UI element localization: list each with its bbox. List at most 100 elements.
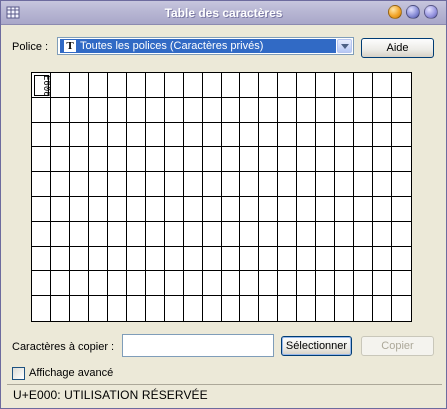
maximize-button[interactable] xyxy=(406,5,420,19)
character-cell[interactable] xyxy=(69,97,89,123)
character-grid[interactable]: E000 xyxy=(31,72,412,322)
character-cell[interactable] xyxy=(183,97,203,123)
character-cell[interactable] xyxy=(259,221,279,247)
character-cell[interactable] xyxy=(297,73,317,98)
character-cell[interactable] xyxy=(335,246,355,272)
character-cell[interactable] xyxy=(297,122,317,148)
character-cell[interactable] xyxy=(297,147,317,173)
character-cell[interactable] xyxy=(202,97,222,123)
character-cell[interactable] xyxy=(50,97,70,123)
character-cell[interactable] xyxy=(32,147,51,173)
character-cell[interactable] xyxy=(107,246,127,272)
character-cell[interactable] xyxy=(145,221,165,247)
character-cell[interactable] xyxy=(164,196,184,222)
character-cell[interactable] xyxy=(221,271,241,297)
character-cell[interactable] xyxy=(69,172,89,197)
character-cell[interactable] xyxy=(126,147,146,173)
character-cell[interactable] xyxy=(32,122,51,148)
character-cell[interactable] xyxy=(392,123,411,148)
character-cell[interactable] xyxy=(259,172,279,197)
character-cell[interactable] xyxy=(69,122,89,148)
character-cell[interactable] xyxy=(278,196,298,222)
character-cell[interactable] xyxy=(183,196,203,222)
character-cell[interactable] xyxy=(202,271,222,297)
character-cell[interactable] xyxy=(278,246,298,272)
character-cell[interactable] xyxy=(146,296,165,321)
advanced-view-checkbox[interactable] xyxy=(12,367,25,380)
character-cell[interactable] xyxy=(240,246,260,272)
character-cell[interactable] xyxy=(202,172,222,197)
character-cell[interactable] xyxy=(335,147,355,173)
character-cell[interactable] xyxy=(126,196,146,222)
character-cell[interactable] xyxy=(107,122,127,148)
character-cell[interactable] xyxy=(183,147,203,173)
character-cell[interactable] xyxy=(354,296,374,321)
character-cell[interactable] xyxy=(240,271,260,297)
character-cell[interactable] xyxy=(203,296,222,321)
character-cell[interactable] xyxy=(69,271,89,297)
character-cell[interactable] xyxy=(202,147,222,173)
character-cell[interactable] xyxy=(297,246,317,272)
character-cell[interactable] xyxy=(259,196,279,222)
character-cell[interactable] xyxy=(183,246,203,272)
character-cell[interactable] xyxy=(259,296,279,321)
character-cell[interactable] xyxy=(32,271,51,297)
character-cell[interactable] xyxy=(165,296,184,321)
character-cell[interactable] xyxy=(316,221,336,247)
character-cell[interactable] xyxy=(373,147,393,173)
character-cell[interactable] xyxy=(164,221,184,247)
minimize-button[interactable] xyxy=(388,5,402,19)
character-cell[interactable] xyxy=(164,122,184,148)
character-cell[interactable] xyxy=(221,147,241,173)
character-cell[interactable] xyxy=(202,246,222,272)
character-cell[interactable] xyxy=(221,196,241,222)
character-cell[interactable] xyxy=(240,73,260,98)
character-cell[interactable] xyxy=(127,296,146,321)
character-cell[interactable] xyxy=(184,296,203,321)
character-cell[interactable] xyxy=(88,172,108,197)
character-cell-selected[interactable]: E000 xyxy=(32,73,51,98)
character-cell[interactable] xyxy=(145,246,165,272)
character-cell[interactable] xyxy=(392,98,411,123)
character-cell[interactable] xyxy=(240,147,260,173)
character-cell[interactable] xyxy=(32,172,51,197)
character-cell[interactable] xyxy=(316,271,336,297)
character-cell[interactable] xyxy=(259,147,279,173)
character-cell[interactable] xyxy=(278,172,298,197)
character-cell[interactable] xyxy=(164,172,184,197)
character-cell[interactable] xyxy=(89,296,108,321)
characters-to-copy-input[interactable] xyxy=(122,334,274,357)
character-cell[interactable] xyxy=(297,172,317,197)
character-cell[interactable] xyxy=(50,271,70,297)
character-cell[interactable] xyxy=(69,73,89,98)
character-cell[interactable] xyxy=(373,246,393,272)
character-cell[interactable] xyxy=(88,73,108,98)
character-cell[interactable] xyxy=(145,147,165,173)
character-cell[interactable] xyxy=(316,172,336,197)
character-cell[interactable] xyxy=(259,97,279,123)
advanced-view-label[interactable]: Affichage avancé xyxy=(29,367,113,379)
character-cell[interactable] xyxy=(373,172,393,197)
help-button[interactable]: Aide xyxy=(361,38,434,58)
character-cell[interactable] xyxy=(392,147,411,173)
character-cell[interactable] xyxy=(126,172,146,197)
character-cell[interactable] xyxy=(335,172,355,197)
character-cell[interactable] xyxy=(278,122,298,148)
character-cell[interactable] xyxy=(32,246,51,272)
character-cell[interactable] xyxy=(316,122,336,148)
character-cell[interactable] xyxy=(164,271,184,297)
character-cell[interactable] xyxy=(354,196,374,222)
character-cell[interactable] xyxy=(354,221,374,247)
character-cell[interactable] xyxy=(32,296,51,321)
character-cell[interactable] xyxy=(240,172,260,197)
character-cell[interactable] xyxy=(392,172,411,197)
character-cell[interactable] xyxy=(126,97,146,123)
character-cell[interactable] xyxy=(164,73,184,98)
character-cell[interactable] xyxy=(51,296,70,321)
character-cell[interactable] xyxy=(183,122,203,148)
character-cell[interactable] xyxy=(392,247,411,272)
character-cell[interactable] xyxy=(50,246,70,272)
character-cell[interactable] xyxy=(335,73,355,98)
character-cell[interactable] xyxy=(259,246,279,272)
character-cell[interactable] xyxy=(108,296,127,321)
